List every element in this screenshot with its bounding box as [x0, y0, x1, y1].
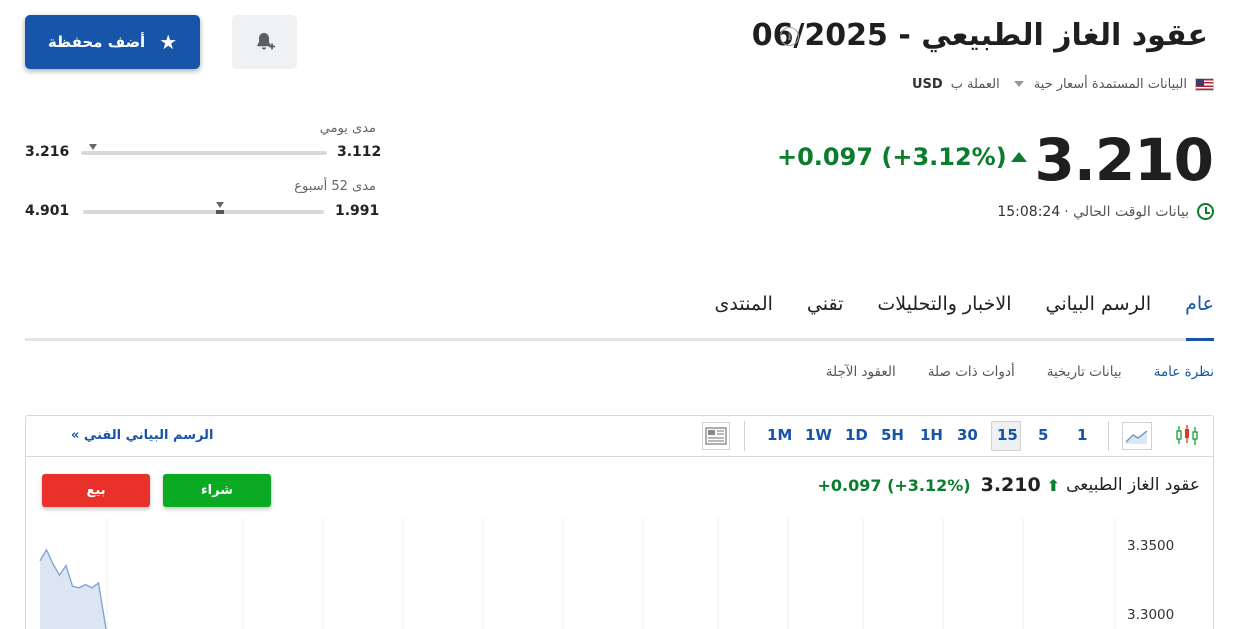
currency-label: العملة ب	[950, 76, 1000, 92]
widget-price: 3.210	[980, 474, 1041, 496]
live-data-row: بيانات الوقت الحالي · 15:08:24	[997, 203, 1214, 220]
widget-change: +0.097 (+3.12%)	[817, 475, 971, 495]
subtab-related-instruments[interactable]: أدوات ذات صلة	[928, 364, 1015, 380]
widget-quote-header: عقود الغاز الطبيعى ⬆ 3.210 +0.097 (+3.12…	[817, 474, 1200, 496]
week52-range-track	[83, 210, 324, 214]
price-change: +0.097 (+3.12%)	[777, 143, 1007, 171]
timeframe-5h[interactable]: 5H	[881, 426, 904, 444]
technical-chart-link[interactable]: الرسم البياني الفني »	[71, 428, 213, 443]
tab-forum[interactable]: المنتدى	[715, 293, 773, 315]
area-chart-icon[interactable]	[1122, 422, 1152, 450]
candlestick-icon[interactable]	[1175, 423, 1199, 447]
daily-range-label: مدى يومي	[319, 121, 376, 136]
tab-chart[interactable]: الرسم البياني	[1046, 293, 1152, 315]
clock-icon	[1197, 203, 1214, 220]
toolbar-separator	[744, 421, 745, 451]
subtab-futures[interactable]: العقود الآجلة	[826, 364, 896, 380]
up-arrow-icon: ⬆	[1046, 475, 1061, 495]
chart-toolbar-divider	[26, 456, 1213, 457]
week52-range-low: 1.991	[335, 203, 380, 219]
main-tabs: عام الرسم البياني الاخبار والتحليلات تقن…	[681, 293, 1214, 315]
sell-button[interactable]: بيع	[42, 474, 150, 507]
up-arrow-icon	[1011, 152, 1027, 162]
add-alert-button[interactable]	[232, 15, 297, 69]
week52-range-high: 4.901	[25, 203, 70, 219]
toolbar-separator	[1108, 421, 1109, 451]
timeframe-1m[interactable]: 1M	[767, 426, 792, 444]
data-source-label: البيانات المستمدة أسعار حية	[1033, 76, 1187, 92]
quote-meta-row: البيانات المستمدة أسعار حية العملة ب USD	[912, 75, 1214, 93]
add-portfolio-button[interactable]: ★ أضف محفظة	[25, 15, 200, 69]
widget-instrument-name: عقود الغاز الطبيعى	[1066, 475, 1200, 495]
timeframe-1h[interactable]: 1H	[920, 426, 943, 444]
tab-news-analysis[interactable]: الاخبار والتحليلات	[877, 293, 1011, 315]
y-tick-label: 3.3000	[1127, 607, 1175, 623]
daily-range-high: 3.216	[25, 144, 70, 160]
chevron-down-icon[interactable]	[1013, 81, 1024, 87]
timeframe-30[interactable]: 30	[957, 426, 978, 444]
daily-range-low: 3.112	[337, 144, 382, 160]
sub-tabs: نظرة عامة بيانات تاريخية أدوات ذات صلة ا…	[794, 364, 1214, 380]
tab-general[interactable]: عام	[1185, 293, 1214, 315]
timeframe-1w[interactable]: 1W	[805, 426, 832, 444]
chart-area-fill	[40, 549, 106, 629]
live-data-label: بيانات الوقت الحالي ·	[1064, 203, 1189, 220]
subtab-overview[interactable]: نظرة عامة	[1154, 364, 1214, 380]
subtab-historical-data[interactable]: بيانات تاريخية	[1047, 364, 1122, 380]
info-icon[interactable]: i	[780, 27, 799, 46]
buy-button[interactable]: شراء	[163, 474, 271, 507]
price-chart[interactable]	[26, 518, 1213, 629]
timeframe-1[interactable]: 1	[1077, 426, 1087, 444]
y-tick-label: 3.3500	[1127, 538, 1175, 554]
page-title: عقود الغاز الطبيعي - 06/2025	[751, 18, 1208, 53]
active-tab-indicator	[1186, 338, 1214, 341]
week52-range-position	[216, 210, 225, 214]
us-flag-icon	[1195, 77, 1214, 91]
timeframe-15[interactable]: 15	[997, 426, 1018, 444]
week52-range-marker	[216, 202, 225, 208]
add-portfolio-label: أضف محفظة	[47, 33, 146, 51]
bell-plus-icon	[256, 33, 275, 50]
last-price: 3.210	[1034, 126, 1214, 194]
timeframe-5[interactable]: 5	[1038, 426, 1048, 444]
daily-range-marker	[89, 144, 98, 150]
timeframe-1d[interactable]: 1D	[845, 426, 868, 444]
news-table-icon[interactable]	[702, 422, 730, 450]
live-time: 15:08:24	[997, 203, 1061, 220]
tab-technical[interactable]: تقني	[807, 293, 843, 315]
daily-range-track	[81, 151, 327, 155]
tabs-divider	[25, 338, 1214, 341]
star-icon: ★	[159, 30, 178, 54]
currency-code: USD	[911, 76, 943, 92]
week52-range-label: مدى 52 أسبوع	[294, 179, 376, 194]
